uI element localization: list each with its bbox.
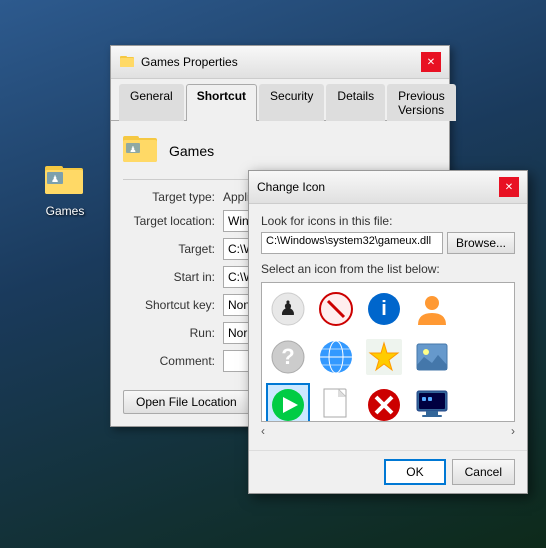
change-icon-title-bar: Change Icon ✕	[249, 171, 527, 204]
icon-item-person[interactable]	[410, 287, 454, 331]
icon-item-question[interactable]: ?	[266, 335, 310, 379]
icon-item-chess[interactable]: ♟	[266, 287, 310, 331]
games-icon-label: Games	[46, 204, 85, 218]
ci-file-label: Look for icons in this file:	[261, 214, 515, 228]
properties-close-button[interactable]: ✕	[421, 52, 441, 72]
icon-item-monitor[interactable]	[410, 383, 454, 422]
prop-label-start-in: Start in:	[123, 270, 223, 284]
prop-label-comment: Comment:	[123, 354, 223, 368]
change-icon-content: Look for icons in this file: C:\Windows\…	[249, 204, 527, 450]
icon-item-document[interactable]	[314, 383, 358, 422]
open-file-location-button[interactable]: Open File Location	[123, 390, 250, 414]
prop-label-target: Target:	[123, 242, 223, 256]
properties-title-bar: Games Properties ✕	[111, 46, 449, 79]
app-header-name: Games	[169, 143, 214, 159]
change-icon-ok-button[interactable]: OK	[384, 459, 445, 485]
tab-details[interactable]: Details	[326, 84, 385, 121]
prop-label-target-location: Target location:	[123, 214, 223, 228]
desktop-icon-games: ♟ Games	[30, 160, 100, 218]
svg-text:♟: ♟	[279, 298, 297, 320]
properties-tabs: General Shortcut Security Details Previo…	[111, 79, 449, 121]
ci-browse-button[interactable]: Browse...	[447, 232, 515, 254]
tab-previous-versions[interactable]: Previous Versions	[387, 84, 456, 121]
properties-title-text: Games Properties	[141, 55, 238, 69]
icon-item-x[interactable]	[362, 383, 406, 422]
icon-item-globe[interactable]	[314, 335, 358, 379]
change-icon-cancel-button[interactable]: Cancel	[452, 459, 515, 485]
prop-label-run: Run:	[123, 326, 223, 340]
games-folder-icon: ♟	[45, 160, 85, 200]
ci-icons-container[interactable]: ♟ i	[261, 282, 515, 422]
ci-file-path-input[interactable]: C:\Windows\system32\gameux.dll	[261, 232, 443, 254]
prop-label-target-type: Target type:	[123, 190, 223, 204]
app-header-icon: ♟	[123, 133, 159, 169]
ci-scrollbar-hints: ‹ ›	[261, 422, 515, 440]
icon-item-no[interactable]	[314, 287, 358, 331]
svg-text:♟: ♟	[51, 174, 59, 184]
icon-item-play[interactable]	[266, 383, 310, 422]
properties-title-left: Games Properties	[119, 54, 238, 70]
change-icon-close-button[interactable]: ✕	[499, 177, 519, 197]
change-icon-dialog: Change Icon ✕ Look for icons in this fil…	[248, 170, 528, 494]
icon-item-star[interactable]	[362, 335, 406, 379]
scroll-right-icon[interactable]: ›	[511, 424, 515, 438]
change-icon-buttons: OK Cancel	[249, 450, 527, 493]
tab-shortcut[interactable]: Shortcut	[186, 84, 257, 121]
icon-item-image[interactable]	[410, 335, 454, 379]
properties-title-icon	[119, 54, 135, 70]
icon-item-info[interactable]: i	[362, 287, 406, 331]
prop-label-shortcut-key: Shortcut key:	[123, 298, 223, 312]
scroll-left-icon[interactable]: ‹	[261, 424, 265, 438]
svg-text:?: ?	[281, 344, 294, 369]
tab-security[interactable]: Security	[259, 84, 324, 121]
tab-general[interactable]: General	[119, 84, 184, 121]
svg-text:♟: ♟	[129, 145, 136, 154]
change-icon-title-text: Change Icon	[257, 180, 325, 194]
ci-icons-grid: ♟ i	[266, 287, 510, 422]
svg-text:i: i	[381, 298, 387, 320]
ci-file-row: C:\Windows\system32\gameux.dll Browse...	[261, 232, 515, 254]
ci-icons-label: Select an icon from the list below:	[261, 262, 515, 276]
